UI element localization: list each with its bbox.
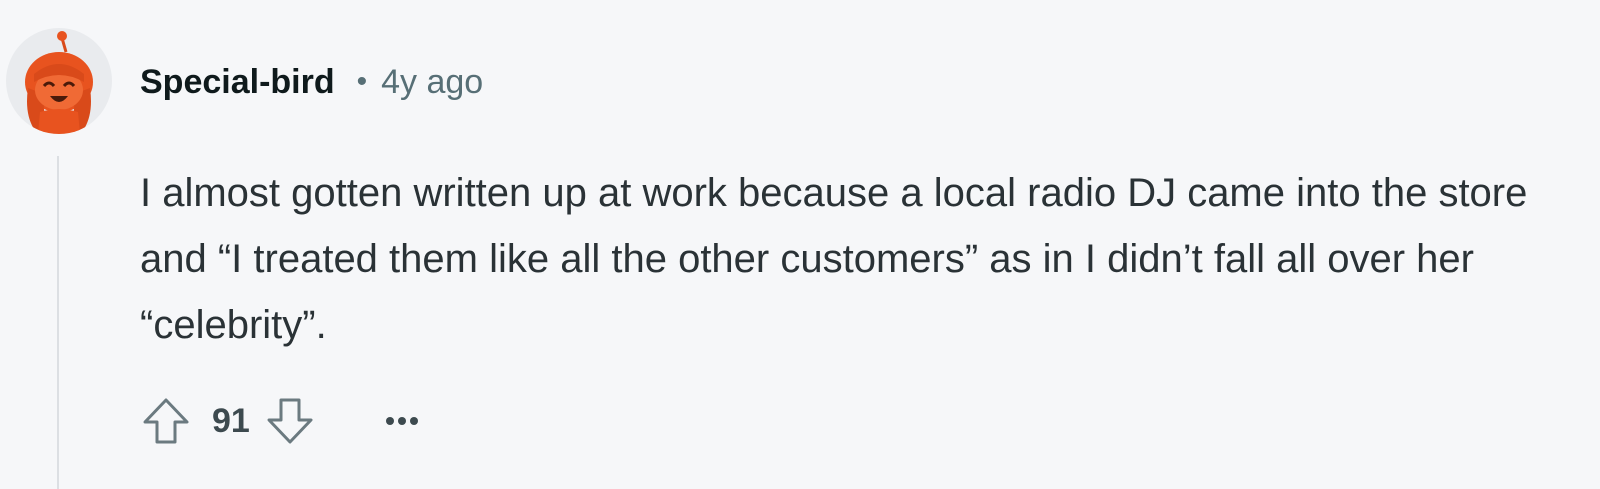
downvote-button[interactable] <box>262 393 318 449</box>
comment-card: Special-bird • 4y ago I almost gotten wr… <box>0 0 1600 489</box>
snoo-avatar-icon <box>25 31 93 134</box>
more-options-icon <box>385 417 418 425</box>
username-link[interactable]: Special-bird <box>140 63 335 102</box>
vote-score: 91 <box>212 401 250 440</box>
timestamp[interactable]: 4y ago <box>381 63 483 102</box>
more-options-button[interactable] <box>374 393 430 449</box>
thread-line[interactable] <box>57 156 59 489</box>
comment-body: I almost gotten written up at work becau… <box>140 171 1528 347</box>
comment-actions: 91 <box>138 392 430 450</box>
upvote-arrow-icon <box>143 398 189 444</box>
avatar[interactable] <box>6 28 112 134</box>
upvote-button[interactable] <box>138 393 194 449</box>
comment-header: Special-bird • 4y ago <box>140 56 483 108</box>
downvote-arrow-icon <box>267 398 313 444</box>
separator-dot: • <box>356 65 368 98</box>
